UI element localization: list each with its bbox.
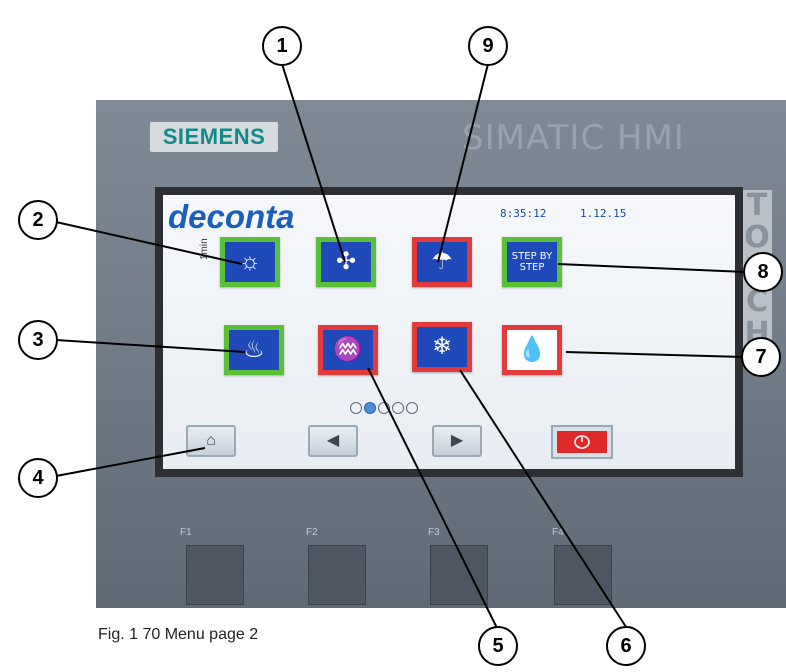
callout-9: 9 [468, 26, 508, 66]
callout-5: 5 [478, 626, 518, 666]
callout-leader-lines [55, 63, 747, 631]
callout-1: 1 [262, 26, 302, 66]
callout-7: 7 [741, 337, 781, 377]
figure-caption: Fig. 1 70 Menu page 2 [98, 626, 259, 643]
callout-8: 8 [743, 252, 783, 292]
callout-6: 6 [606, 626, 646, 666]
callout-4: 4 [18, 458, 58, 498]
callout-3: 3 [18, 320, 58, 360]
callout-2: 2 [18, 200, 58, 240]
